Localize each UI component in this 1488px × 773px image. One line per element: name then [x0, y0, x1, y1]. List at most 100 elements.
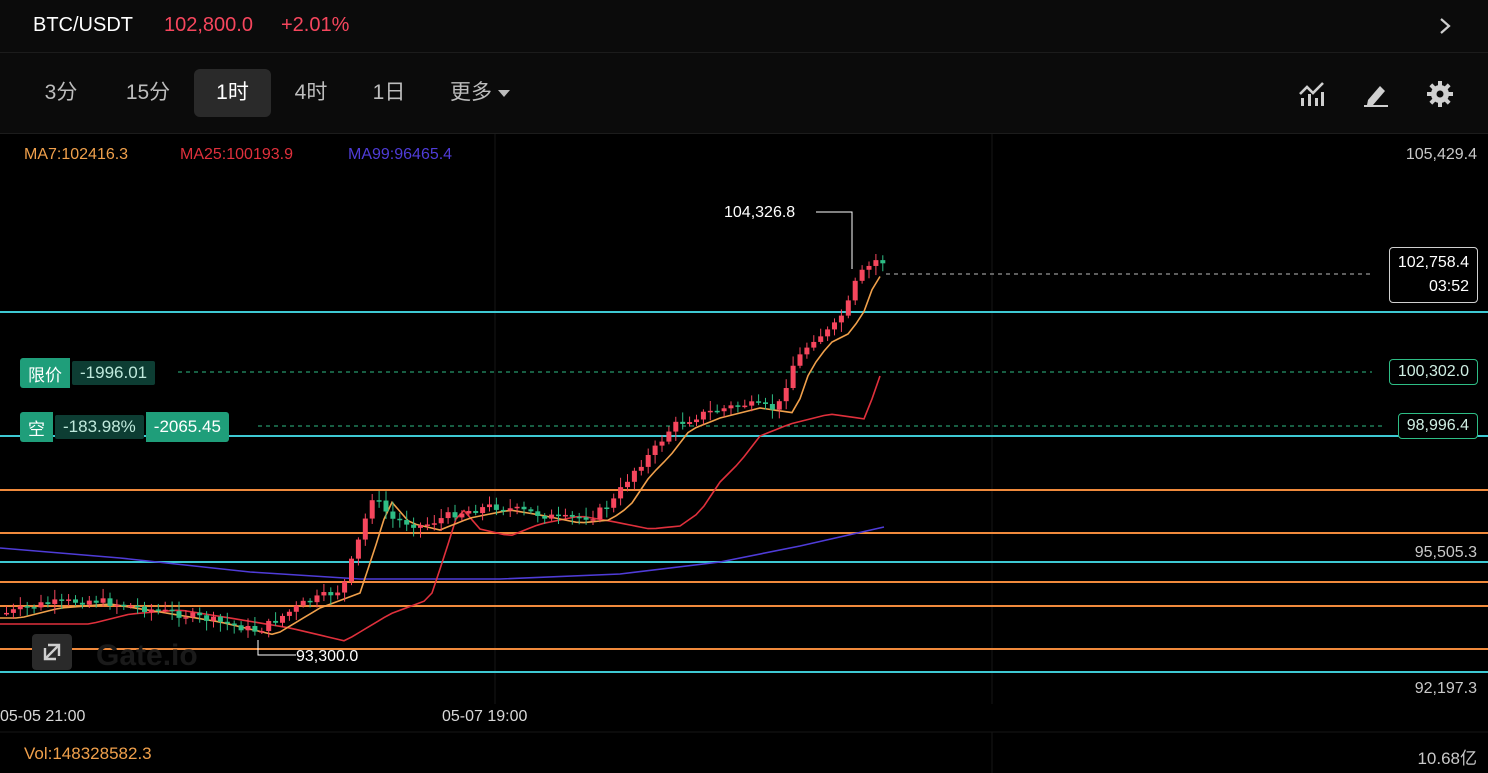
candle-body [742, 405, 748, 408]
ma99-label: MA99:96465.4 [348, 146, 453, 163]
limit-order-value: -1996.01 [72, 361, 156, 385]
volume-axis-label: 10.68亿 [1417, 749, 1477, 768]
ma25-label: MA25:100193.9 [180, 146, 293, 163]
candle-body [349, 558, 354, 582]
candle-body [528, 509, 534, 512]
candle-body [314, 595, 320, 603]
candle-body [273, 620, 279, 623]
candle-body [31, 607, 37, 609]
candle-body [52, 599, 58, 605]
candle-body [638, 466, 644, 471]
candle-body [714, 410, 720, 413]
short-position-pnl: -2065.45 [145, 412, 229, 442]
interval-3m[interactable]: 3分 [28, 69, 94, 117]
short-position-pct: -183.98% [55, 415, 144, 439]
candle-body [328, 592, 334, 596]
candle-body [86, 600, 92, 605]
candle-body [535, 511, 541, 516]
candle-body [286, 611, 292, 616]
indicator-icon[interactable] [1298, 80, 1326, 108]
candle-body [859, 269, 865, 281]
candle-body [659, 441, 665, 446]
time-axis-label: 05-05 21:00 [0, 708, 86, 725]
expand-chart-button[interactable] [32, 634, 72, 670]
candle-body [473, 510, 479, 514]
high-price-label: 104,326.8 [724, 204, 796, 221]
candle-body [852, 280, 858, 301]
candle-body [155, 609, 161, 611]
candle-body [445, 512, 451, 519]
candle-body [597, 507, 603, 520]
candle-body [176, 611, 182, 618]
candle-body [673, 421, 679, 432]
volume-label: Vol:148328582.3 [24, 744, 152, 763]
interval-4h[interactable]: 4时 [280, 69, 342, 117]
expand-arrows-icon [43, 643, 61, 661]
settings-gear-icon[interactable] [1426, 80, 1454, 108]
candle-body [300, 600, 306, 606]
candle-body [562, 514, 568, 517]
interval-1d[interactable]: 1日 [356, 69, 422, 117]
limit-order-tag[interactable]: 限价 -1996.01 [20, 358, 158, 388]
interval-15m[interactable]: 15分 [108, 69, 188, 117]
price-axis-top: 105,429.4 [1405, 146, 1477, 163]
candle-body [148, 609, 154, 612]
candle-body [452, 512, 458, 518]
interval-1h[interactable]: 1时 [194, 69, 271, 117]
short-position-tag[interactable]: 空 -183.98% -2065.45 [20, 412, 229, 442]
candle-body [818, 336, 824, 342]
candle-body [114, 604, 120, 607]
candle-body [355, 539, 361, 559]
chevron-right-icon[interactable] [1434, 14, 1456, 38]
candle-body [825, 329, 831, 337]
candle-body [79, 602, 85, 605]
candle-body [100, 598, 106, 603]
candle-body [549, 514, 555, 519]
candlestick-plot[interactable] [0, 134, 1488, 773]
kline-chart[interactable]: MA7:102416.3 MA25:100193.9 MA99:96465.4 … [0, 134, 1488, 773]
candle-body [687, 422, 693, 424]
candle-body [217, 616, 223, 622]
candle-body [418, 525, 423, 528]
candle-body [266, 620, 272, 632]
candle-body [652, 445, 658, 455]
candle-body [776, 401, 782, 410]
candle-body [107, 598, 113, 606]
candle-body [500, 509, 506, 512]
candle-body [342, 581, 348, 593]
candle-body [645, 454, 651, 467]
candle-body [625, 481, 630, 488]
candle-body [93, 600, 99, 603]
limit-price-box: 100,302.0 [1388, 359, 1478, 385]
candle-body [590, 519, 596, 521]
candle-body [769, 403, 775, 410]
candle-body [707, 410, 713, 413]
candle-body [507, 508, 513, 511]
candle-body [542, 515, 548, 519]
candle-body [694, 419, 699, 423]
candle-body [880, 260, 886, 264]
candle-body [252, 625, 258, 632]
candle-body [735, 405, 741, 407]
price-axis-mid: 95,505.3 [1414, 544, 1477, 561]
ticker-header: BTC/USDT 102,800.0 +2.01% [0, 0, 1488, 53]
candle-body [376, 500, 382, 502]
current-price-value: 102,758.4 [1397, 254, 1469, 271]
candle-body [204, 615, 210, 621]
candle-body [783, 388, 789, 402]
candle-body [797, 354, 803, 366]
pair-symbol[interactable]: BTC/USDT [33, 14, 133, 37]
candle-body [866, 265, 872, 270]
candle-body [838, 315, 844, 323]
watermark-logo: Gate.io [96, 639, 198, 672]
draw-pen-icon[interactable] [1362, 80, 1390, 108]
candle-body [604, 507, 610, 510]
interval-more-dropdown[interactable]: 更多 [440, 69, 520, 117]
candle-body [383, 500, 389, 512]
ma7-line [0, 276, 881, 636]
candle-body [438, 518, 444, 524]
candle-body [487, 504, 492, 508]
short-price-box: 98,996.4 [1397, 413, 1478, 439]
candle-body [700, 411, 706, 420]
candle-body [514, 506, 520, 509]
